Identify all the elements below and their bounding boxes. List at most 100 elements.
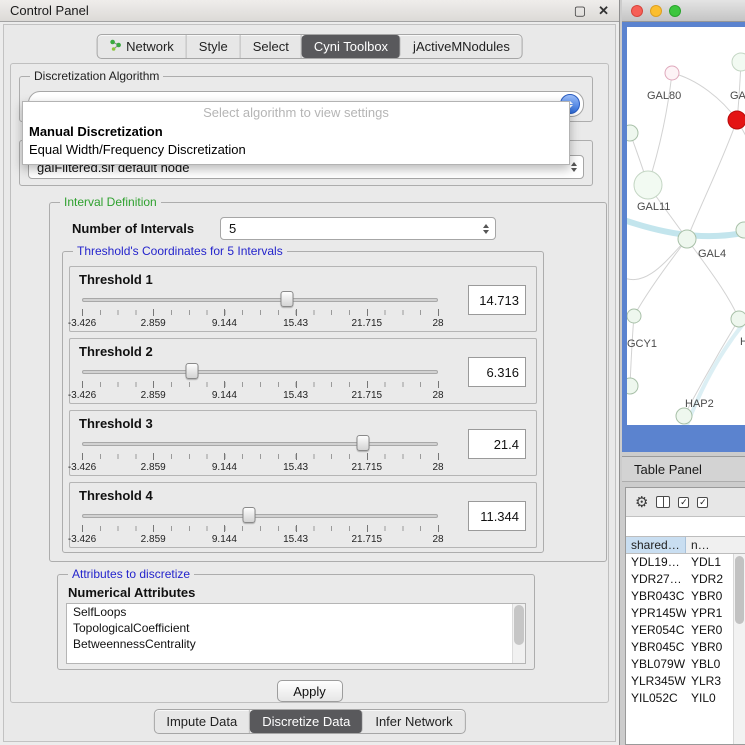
network-icon — [109, 39, 121, 54]
tab-network[interactable]: Network — [97, 35, 187, 58]
table-row[interactable]: YDL19…YDL1 — [626, 554, 745, 571]
tab-select[interactable]: Select — [241, 35, 302, 58]
mac-zoom-button[interactable] — [669, 5, 681, 17]
threshold-slider[interactable]: -3.426 2.859 9.144 15.43 21.715 28 — [82, 361, 438, 403]
node-label: HAP2 — [685, 398, 714, 410]
slider-scale: -3.426 2.859 9.144 15.43 21.715 28 — [82, 390, 438, 402]
slider-scale: -3.426 2.859 9.144 15.43 21.715 28 — [82, 462, 438, 474]
slider-track[interactable] — [82, 370, 438, 374]
node-label: GAL4 — [698, 248, 726, 260]
column-header-shared-name[interactable]: shared… — [626, 537, 686, 553]
network-canvas[interactable]: GAL80 GA GAL11 GAL4 GCY1 H HAP2 — [627, 27, 745, 425]
threshold-slider[interactable]: -3.426 2.859 9.144 15.43 21.715 28 — [82, 505, 438, 547]
threshold-1-group: Threshold 1 14.713 -3.426 2.859 — [69, 266, 537, 332]
control-panel-window: Control Panel ▢ ✕ Network — [0, 0, 620, 745]
float-window-icon[interactable]: ▢ — [574, 4, 586, 17]
threshold-label: Threshold 2 — [79, 344, 153, 359]
mac-minimize-button[interactable] — [650, 5, 662, 17]
table-row[interactable]: YBR045CYBR0 — [626, 639, 745, 656]
stepper-icon — [571, 162, 577, 172]
network-window-titlebar[interactable] — [622, 0, 745, 22]
slider-track[interactable] — [82, 298, 438, 302]
table-row[interactable]: YBL079WYBL0 — [626, 656, 745, 673]
list-scrollbar[interactable] — [512, 604, 525, 663]
dropdown-option-equal-width-frequency[interactable]: Equal Width/Frequency Discretization — [23, 141, 569, 159]
column-header-name[interactable]: n… — [686, 537, 745, 553]
threshold-slider[interactable]: -3.426 2.859 9.144 15.43 21.715 28 — [82, 433, 438, 475]
slider-scale: -3.426 2.859 9.144 15.43 21.715 28 — [82, 318, 438, 330]
gear-icon[interactable]: ⚙ — [635, 495, 648, 510]
slider-track[interactable] — [82, 442, 438, 446]
table-row[interactable]: YIL052CYIL0 — [626, 690, 745, 707]
node-label: H — [740, 336, 745, 348]
table-row[interactable]: YDR27…YDR2 — [626, 571, 745, 588]
apply-button[interactable]: Apply — [277, 680, 343, 702]
table-row[interactable]: YBR043CYBR0 — [626, 588, 745, 605]
algorithm-dropdown-popup: Select algorithm to view settings Manual… — [22, 101, 570, 165]
threshold-value-field[interactable]: 6.316 — [468, 357, 526, 387]
highlighted-edges — [627, 219, 745, 425]
group-threshold-coordinates: Threshold's Coordinates for 5 Intervals … — [62, 251, 544, 553]
slider-thumb[interactable] — [243, 507, 256, 523]
network-node — [665, 66, 679, 80]
table-row[interactable]: YER054CYER0 — [626, 622, 745, 639]
number-of-intervals-combobox[interactable]: 5 — [220, 217, 496, 240]
network-view-window: GAL80 GA GAL11 GAL4 GCY1 H HAP2 — [622, 0, 745, 452]
dropdown-placeholder: Select algorithm to view settings — [23, 102, 569, 123]
number-of-intervals-label: Number of Intervals — [72, 221, 194, 236]
numerical-attributes-list: SelfLoops TopologicalCoefficient Between… — [66, 603, 526, 664]
table-browser-window: ⚙ ✓ ✓ shared… n… YDL19…YDL1 YDR27…YDR2 Y… — [625, 487, 745, 745]
slider-thumb[interactable] — [281, 291, 294, 307]
select-columns-icon[interactable] — [656, 496, 670, 508]
node-label: GAL80 — [647, 90, 681, 102]
control-panel-body: Network Style Select Cyni Toolbox jActiv… — [3, 24, 616, 742]
tab-style[interactable]: Style — [187, 35, 241, 58]
dropdown-option-manual-discretization[interactable]: Manual Discretization — [23, 123, 569, 141]
slider-track[interactable] — [82, 514, 438, 518]
threshold-value-field[interactable]: 21.4 — [468, 429, 526, 459]
tab-cyni-toolbox[interactable]: Cyni Toolbox — [302, 35, 401, 58]
tab-impute-data[interactable]: Impute Data — [154, 710, 250, 733]
threshold-value-field[interactable]: 14.713 — [468, 285, 526, 315]
network-node — [627, 309, 641, 323]
table-panel-title: Table Panel — [634, 462, 702, 477]
group-title: Interval Definition — [60, 195, 161, 209]
node-label: GCY1 — [627, 338, 657, 350]
threshold-slider[interactable]: -3.426 2.859 9.144 15.43 21.715 28 — [82, 289, 438, 331]
window-title: Control Panel — [10, 3, 562, 18]
network-graph: GAL80 GA GAL11 GAL4 GCY1 H HAP2 — [627, 27, 745, 425]
table-rows: YDL19…YDL1 YDR27…YDR2 YBR043CYBR0 YPR145… — [626, 554, 745, 745]
tab-jactivemodules[interactable]: jActiveMNodules — [401, 35, 522, 58]
table-scrollbar[interactable] — [733, 554, 745, 745]
node-label: GAL11 — [637, 201, 670, 213]
group-interval-definition: Interval Definition Number of Intervals … — [49, 202, 607, 562]
list-item[interactable]: BetweennessCentrality — [67, 636, 525, 652]
mac-close-button[interactable] — [631, 5, 643, 17]
network-node — [634, 171, 662, 199]
network-window-frame: GAL80 GA GAL11 GAL4 GCY1 H HAP2 — [622, 22, 745, 452]
tab-discretize-data[interactable]: Discretize Data — [250, 710, 363, 733]
threshold-value-field[interactable]: 11.344 — [468, 501, 526, 531]
combo-value: 5 — [229, 221, 236, 236]
slider-thumb[interactable] — [357, 435, 370, 451]
table-row[interactable]: YLR345WYLR3 — [626, 673, 745, 690]
list-item[interactable]: TopologicalCoefficient — [67, 620, 525, 636]
stepper-icon — [483, 224, 489, 234]
checkbox-icon[interactable]: ✓ — [678, 497, 689, 508]
table-header-row: shared… n… — [626, 536, 745, 554]
list-item[interactable]: SelfLoops — [67, 604, 525, 620]
close-icon[interactable]: ✕ — [598, 4, 609, 17]
table-row[interactable]: YPR145WYPR1 — [626, 605, 745, 622]
group-discretization-algorithm: Discretization Algorithm Select algorith… — [19, 76, 593, 122]
slider-thumb[interactable] — [186, 363, 199, 379]
table-filter-row — [626, 516, 745, 536]
node-label: GA — [730, 90, 745, 102]
numerical-attributes-label: Numerical Attributes — [68, 585, 195, 600]
table-panel-header[interactable]: Table Panel — [622, 456, 745, 482]
control-panel-titlebar[interactable]: Control Panel ▢ ✕ — [0, 0, 619, 22]
tab-infer-network[interactable]: Infer Network — [363, 710, 464, 733]
checkbox-icon[interactable]: ✓ — [697, 497, 708, 508]
network-node — [732, 53, 745, 71]
network-node-labels: GAL80 GA GAL11 GAL4 GCY1 H HAP2 — [627, 90, 745, 410]
group-attributes-to-discretize: Attributes to discretize Numerical Attri… — [57, 574, 535, 670]
